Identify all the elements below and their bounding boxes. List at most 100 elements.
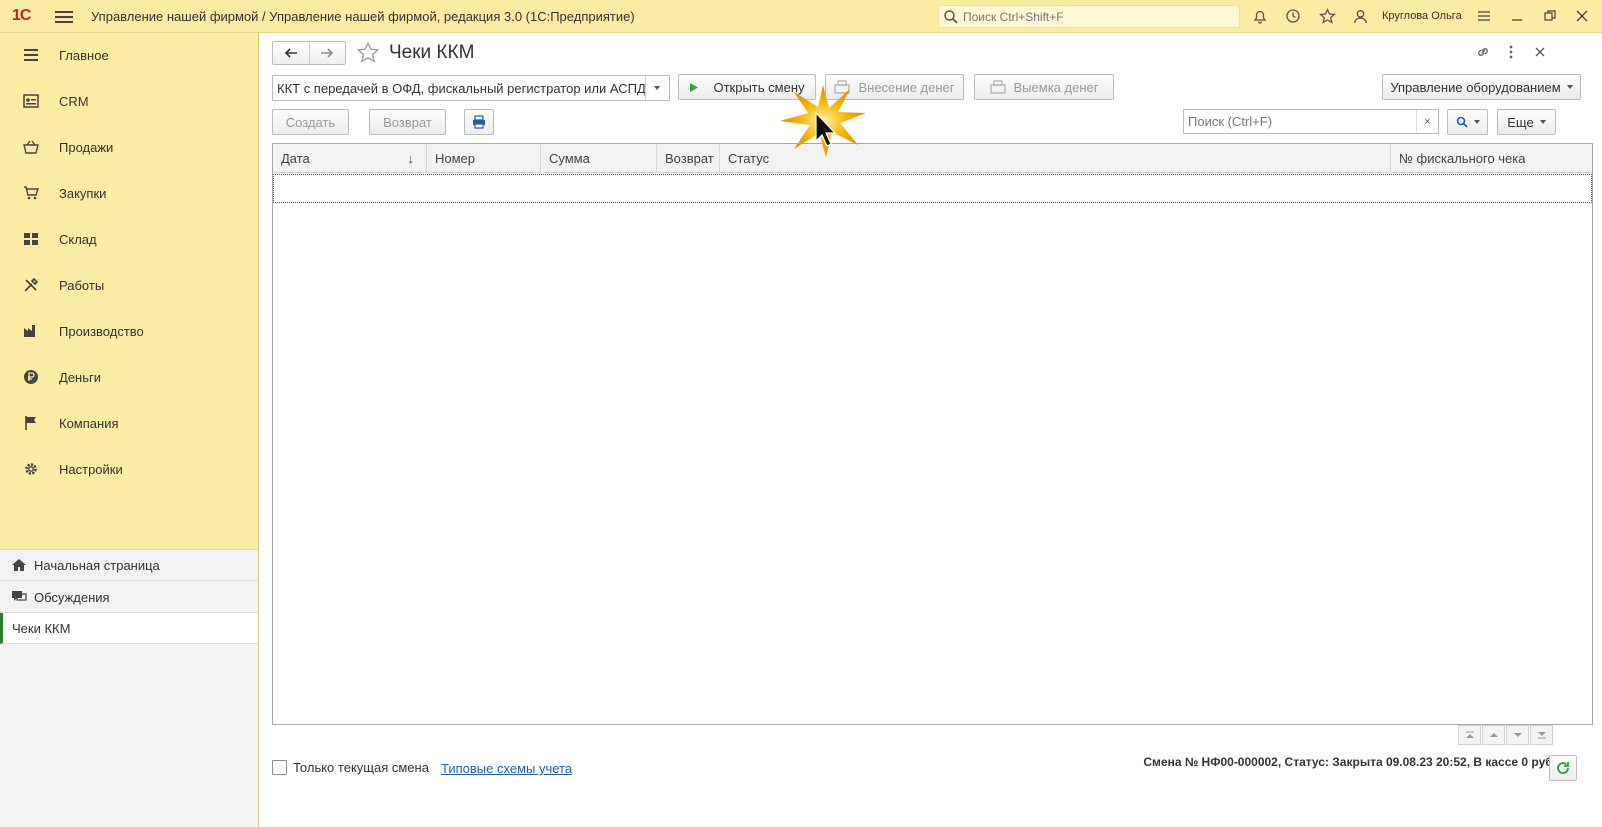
- sidebar-item-warehouse[interactable]: Склад: [0, 219, 259, 259]
- column-number-label: Номер: [435, 151, 476, 166]
- scroll-top-icon[interactable]: [1458, 725, 1481, 745]
- equipment-management-button[interactable]: Управление оборудованием: [1382, 74, 1581, 100]
- chevron-down-icon: [1566, 85, 1573, 89]
- refresh-icon: [1557, 762, 1569, 774]
- cash-deposit-button[interactable]: Внесение денег: [825, 74, 964, 100]
- link-icon[interactable]: [1474, 43, 1492, 61]
- printer-icon: [473, 115, 485, 129]
- sidebar-item-label: Компания: [59, 415, 119, 431]
- home-page-item[interactable]: Начальная страница: [0, 550, 258, 581]
- search-options-button[interactable]: [1447, 109, 1488, 135]
- column-status-label: Статус: [728, 151, 770, 166]
- return-button[interactable]: Возврат: [369, 109, 446, 135]
- more-label: Еще: [1507, 114, 1534, 130]
- refresh-button[interactable]: [1549, 755, 1577, 781]
- list-search-input[interactable]: [1184, 114, 1416, 129]
- sidebar-item-label: Главное: [59, 47, 109, 63]
- open-form-label: Чеки ККМ: [12, 620, 71, 636]
- global-search[interactable]: [938, 5, 1240, 28]
- user-icon[interactable]: [1350, 6, 1370, 26]
- sidebar-item-purchases[interactable]: Закупки: [0, 173, 259, 213]
- discussions-item[interactable]: Обсуждения: [0, 582, 258, 613]
- sidebar-item-works[interactable]: Работы: [0, 265, 259, 305]
- forward-button[interactable]: [308, 42, 346, 64]
- more-button[interactable]: Еще: [1497, 109, 1556, 135]
- scroll-bottom-icon[interactable]: [1530, 725, 1553, 745]
- menu-icon: [22, 46, 40, 64]
- sidebar-item-money[interactable]: Деньги: [0, 357, 259, 397]
- home-icon: [12, 559, 26, 571]
- accounting-schemes-link[interactable]: Типовые схемы учета: [441, 761, 572, 776]
- clear-search-icon[interactable]: ×: [1416, 110, 1438, 133]
- sidebar-item-label: CRM: [59, 93, 89, 109]
- history-icon[interactable]: [1283, 6, 1303, 26]
- back-button[interactable]: [273, 42, 309, 64]
- title-bar: 1С Управление нашей фирмой / Управление …: [0, 0, 1602, 33]
- column-number[interactable]: Номер: [427, 144, 541, 173]
- sidebar-item-label: Деньги: [59, 369, 101, 385]
- crm-icon: [22, 92, 40, 110]
- chat-icon: [12, 591, 27, 601]
- search-icon: [1456, 116, 1468, 128]
- column-fiscal-number[interactable]: № фискального чека: [1391, 144, 1592, 173]
- play-icon: [690, 82, 699, 92]
- shift-status-text: Смена № НФ00-000002, Статус: Закрыта 09.…: [1143, 755, 1556, 769]
- user-name[interactable]: Круглова Ольга: [1382, 10, 1462, 22]
- print-button[interactable]: [464, 109, 494, 135]
- receipts-table[interactable]: Дата ↓ Номер Сумма Возврат Статус № фиск…: [272, 143, 1593, 725]
- history-navigation: [272, 41, 346, 65]
- discussions-label: Обсуждения: [34, 589, 110, 605]
- create-label: Создать: [285, 114, 336, 130]
- close-form-icon[interactable]: [1531, 43, 1549, 61]
- cash-register-icon: [989, 80, 1006, 94]
- sidebar-item-label: Производство: [59, 323, 144, 339]
- current-shift-filter[interactable]: Только текущая смена: [272, 760, 429, 775]
- favorites-star-icon[interactable]: [1317, 6, 1337, 26]
- close-icon[interactable]: [1572, 6, 1592, 26]
- more-actions-icon[interactable]: [1502, 43, 1520, 61]
- warehouse-icon: [22, 230, 40, 248]
- create-button[interactable]: Создать: [272, 109, 349, 135]
- home-page-label: Начальная страница: [34, 557, 160, 573]
- column-date-label: Дата: [281, 151, 310, 166]
- kkt-select[interactable]: ККТ с передачей в ОФД, фискальный регист…: [272, 75, 670, 101]
- gear-icon: [22, 460, 40, 478]
- favorite-star-icon[interactable]: [356, 41, 380, 65]
- settings-icon[interactable]: [1474, 6, 1494, 26]
- restore-icon[interactable]: [1540, 6, 1560, 26]
- column-sum-label: Сумма: [549, 151, 590, 166]
- open-form-tab[interactable]: Чеки ККМ: [0, 613, 258, 644]
- cart-icon: [22, 184, 40, 202]
- sidebar-item-label: Продажи: [59, 139, 114, 155]
- column-return-label: Возврат: [665, 151, 714, 166]
- bell-icon[interactable]: [1250, 6, 1270, 26]
- scroll-up-icon[interactable]: [1482, 725, 1505, 745]
- main-menu-icon[interactable]: [55, 8, 73, 24]
- scroll-down-icon[interactable]: [1506, 725, 1529, 745]
- table-row-empty[interactable]: [273, 174, 1592, 203]
- sidebar-item-crm[interactable]: CRM: [0, 81, 259, 121]
- column-status[interactable]: Статус: [720, 144, 1391, 173]
- ruble-icon: [22, 368, 40, 386]
- current-shift-checkbox[interactable]: [272, 760, 287, 775]
- list-search[interactable]: ×: [1183, 109, 1439, 134]
- sidebar-item-main[interactable]: Главное: [0, 35, 259, 75]
- sidebar-item-label: Настройки: [59, 461, 123, 477]
- table-header: Дата ↓ Номер Сумма Возврат Статус № фиск…: [273, 144, 1592, 173]
- app-logo: 1С: [12, 7, 31, 24]
- column-sum[interactable]: Сумма: [541, 144, 657, 173]
- cash-deposit-label: Внесение денег: [858, 79, 955, 95]
- flag-icon: [22, 414, 40, 432]
- sidebar-item-production[interactable]: Производство: [0, 311, 259, 351]
- sidebar-item-settings[interactable]: Настройки: [0, 449, 259, 489]
- column-date[interactable]: Дата ↓: [273, 144, 427, 173]
- chevron-down-icon[interactable]: [645, 76, 667, 100]
- minimize-icon[interactable]: [1507, 6, 1527, 26]
- column-return[interactable]: Возврат: [657, 144, 720, 173]
- open-shift-button[interactable]: Открыть смену: [678, 74, 816, 100]
- sidebar-item-company[interactable]: Компания: [0, 403, 259, 443]
- cash-register-icon: [834, 80, 851, 94]
- cash-withdraw-button[interactable]: Выемка денег: [974, 74, 1114, 100]
- global-search-input[interactable]: [963, 9, 1233, 24]
- sidebar-item-sales[interactable]: Продажи: [0, 127, 259, 167]
